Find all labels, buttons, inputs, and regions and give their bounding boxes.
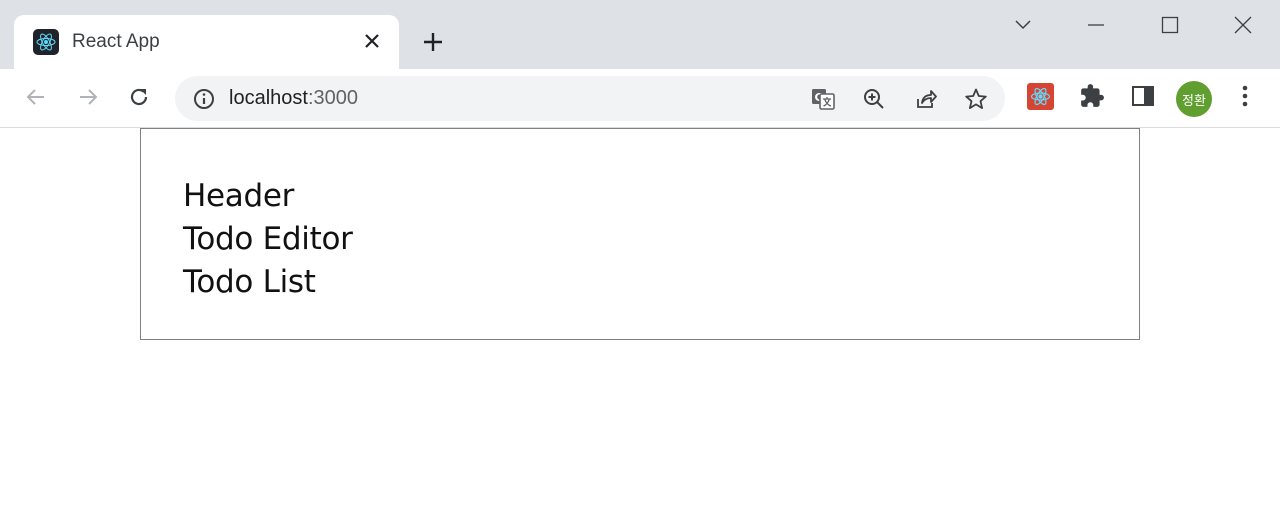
- close-tab-icon[interactable]: [358, 27, 386, 55]
- forward-arrow-icon[interactable]: [71, 80, 105, 114]
- site-info-icon[interactable]: [192, 87, 216, 111]
- tab-title: React App: [72, 31, 160, 52]
- app-container: Header Todo Editor Todo List: [140, 128, 1140, 340]
- header-section: Header: [183, 178, 295, 214]
- share-icon[interactable]: [912, 85, 940, 113]
- side-panel-icon[interactable]: [1128, 81, 1158, 111]
- extension-icon[interactable]: [1025, 81, 1055, 111]
- puzzle-icon[interactable]: [1077, 81, 1107, 111]
- close-window-icon[interactable]: [1225, 8, 1261, 42]
- todo-list-section: Todo List: [183, 264, 316, 300]
- browser-toolbar: localhost:3000 G 정환: [0, 69, 1280, 128]
- zoom-icon[interactable]: [860, 85, 888, 113]
- url-host: localhost: [229, 87, 308, 109]
- bookmark-star-icon[interactable]: [962, 85, 990, 113]
- profile-initials: 정환: [1182, 93, 1206, 109]
- maximize-icon[interactable]: [1152, 8, 1188, 42]
- address-bar[interactable]: localhost:3000 G: [175, 76, 1005, 121]
- translate-icon[interactable]: G: [809, 85, 837, 113]
- todo-editor-section: Todo Editor: [183, 221, 353, 257]
- react-logo-icon: [33, 29, 59, 55]
- back-arrow-icon[interactable]: [19, 80, 53, 114]
- tab-search-icon[interactable]: [1005, 8, 1041, 42]
- new-tab-button[interactable]: [418, 27, 448, 57]
- browser-tab[interactable]: React App: [14, 15, 399, 69]
- reload-icon[interactable]: [122, 80, 156, 114]
- tab-strip: React App: [0, 0, 1280, 69]
- minimize-icon[interactable]: [1078, 8, 1114, 42]
- profile-avatar[interactable]: 정환: [1176, 81, 1212, 117]
- url-text: localhost:3000: [229, 87, 358, 110]
- url-port: :3000: [307, 87, 358, 109]
- menu-kebab-icon[interactable]: [1230, 81, 1260, 111]
